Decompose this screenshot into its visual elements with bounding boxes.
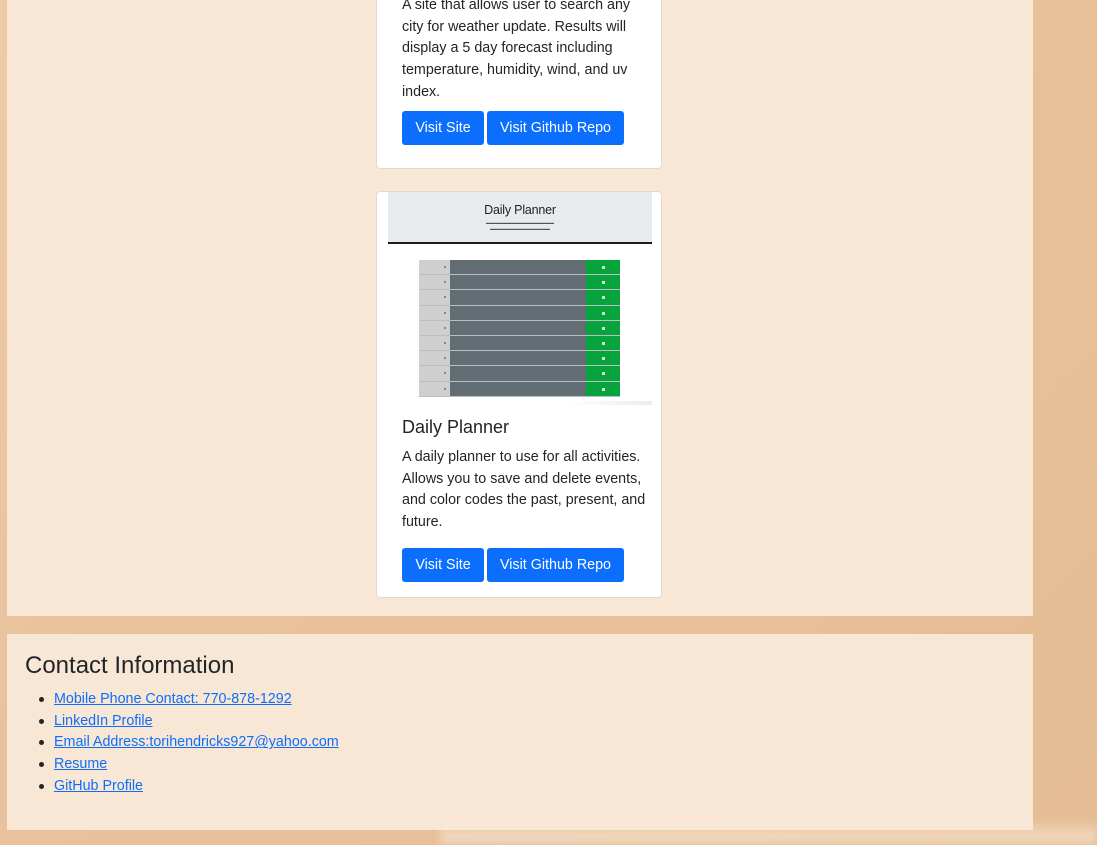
thumbnail-cell-save — [586, 275, 620, 290]
thumbnail-date-line: ▬▬▬▬▬▬▬▬▬▬▬▬▬▬▬ — [490, 226, 550, 231]
thumbnail-cell-event — [450, 305, 586, 320]
thumbnail-header: Daily Planner ▬▬▬▬▬▬▬▬▬▬▬▬▬▬▬▬▬ ▬▬▬▬▬▬▬▬… — [388, 192, 652, 244]
project-description: A site that allows user to search any ci… — [402, 0, 631, 100]
thumbnail-planner-row — [419, 275, 620, 291]
thumbnail-cell-event — [450, 290, 586, 305]
thumbnail-title: Daily Planner — [484, 203, 556, 217]
visit-github-repo-button[interactable]: Visit Github Repo — [487, 111, 624, 145]
thumbnail-cell-save — [586, 351, 620, 366]
email-link[interactable]: Email Address:torihendricks927@yahoo.com — [54, 734, 339, 750]
thumbnail-shadow — [568, 401, 652, 405]
visit-site-button[interactable]: Visit Site — [402, 111, 484, 145]
thumbnail-cell-hour — [419, 381, 450, 396]
linkedin-link[interactable]: LinkedIn Profile — [54, 713, 153, 729]
thumbnail-planner-row — [419, 351, 620, 367]
list-item: Mobile Phone Contact: 770-878-1292 — [39, 689, 339, 711]
list-item: Resume — [39, 754, 339, 776]
projects-section: A site that allows user to search any ci… — [7, 0, 1033, 616]
github-profile-link[interactable]: GitHub Profile — [54, 778, 143, 794]
thumbnail-cell-event — [450, 335, 586, 351]
visit-github-repo-button[interactable]: Visit Github Repo — [487, 548, 624, 582]
thumbnail-subtitle-line: ▬▬▬▬▬▬▬▬▬▬▬▬▬▬▬▬▬ — [486, 220, 554, 225]
visit-site-button[interactable]: Visit Site — [402, 548, 484, 582]
project-title: Daily Planner — [402, 417, 510, 437]
thumbnail-cell-save — [586, 335, 620, 351]
project-description: A daily planner to use for all activitie… — [402, 449, 646, 531]
thumbnail-cell-hour — [419, 290, 450, 305]
contact-heading: Contact Information — [25, 652, 235, 679]
project-card-daily-planner: Daily Planner ▬▬▬▬▬▬▬▬▬▬▬▬▬▬▬▬▬ ▬▬▬▬▬▬▬▬… — [376, 191, 662, 598]
list-item: GitHub Profile — [39, 776, 339, 798]
thumbnail-cell-event — [450, 351, 586, 366]
thumbnail-cell-event — [450, 381, 586, 396]
project-screenshot: Daily Planner ▬▬▬▬▬▬▬▬▬▬▬▬▬▬▬▬▬ ▬▬▬▬▬▬▬▬… — [388, 192, 652, 405]
thumbnail-cell-save — [586, 260, 620, 275]
thumbnail-cell-save — [586, 366, 620, 381]
thumbnail-cell-hour — [419, 305, 450, 320]
contact-list: Mobile Phone Contact: 770-878-1292 Linke… — [39, 689, 339, 798]
thumbnail-cell-hour — [419, 320, 450, 335]
thumbnail-cell-hour — [419, 335, 450, 351]
thumbnail-cell-save — [586, 305, 620, 320]
resume-link[interactable]: Resume — [54, 756, 107, 772]
list-item: Email Address:torihendricks927@yahoo.com — [39, 732, 339, 754]
thumbnail-cell-hour — [419, 366, 450, 381]
thumbnail-cell-hour — [419, 351, 450, 366]
thumbnail-cell-event — [450, 366, 586, 381]
thumbnail-planner-row — [419, 260, 620, 276]
thumbnail-planner-row — [419, 366, 620, 382]
thumbnail-planner-grid — [419, 260, 620, 397]
project-card-weather: A site that allows user to search any ci… — [376, 0, 662, 169]
thumbnail-cell-event — [450, 275, 586, 290]
thumbnail-cell-save — [586, 290, 620, 305]
thumbnail-planner-row — [419, 290, 620, 306]
background-shadow — [440, 820, 1097, 845]
thumbnail-cell-save — [586, 320, 620, 335]
thumbnail-planner-row — [419, 305, 620, 321]
project-buttons: Visit Site Visit Github Repo — [402, 548, 624, 582]
thumbnail-planner-row — [419, 335, 620, 352]
thumbnail-planner-row — [419, 381, 620, 397]
thumbnail-cell-hour — [419, 260, 450, 275]
contact-section: Contact Information Mobile Phone Contact… — [7, 634, 1033, 830]
thumbnail-cell-save — [586, 381, 620, 396]
phone-link[interactable]: Mobile Phone Contact: 770-878-1292 — [54, 691, 292, 707]
project-buttons: Visit Site Visit Github Repo — [402, 111, 624, 145]
thumbnail-cell-event — [450, 260, 586, 275]
thumbnail-planner-row — [419, 320, 620, 336]
thumbnail-cell-hour — [419, 275, 450, 290]
list-item: LinkedIn Profile — [39, 711, 339, 733]
thumbnail-cell-event — [450, 320, 586, 335]
